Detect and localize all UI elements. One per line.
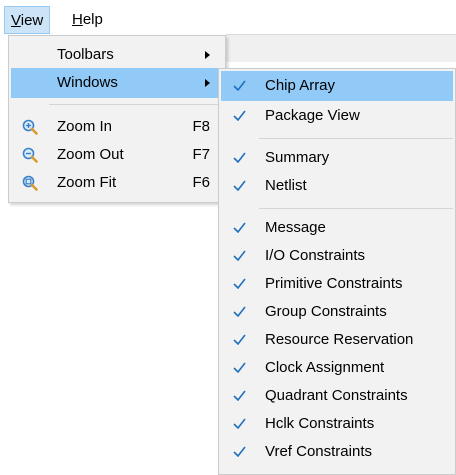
window-item-chip-array[interactable]: Chip Array <box>221 71 453 101</box>
checkmark-icon <box>233 152 246 163</box>
checkmark-icon <box>233 250 246 261</box>
checkmark-icon <box>233 278 246 289</box>
chevron-right-icon <box>205 51 210 59</box>
toolbar-area <box>226 34 456 62</box>
menu-item-windows-label: Windows <box>57 74 118 91</box>
menu-bar: View Help <box>0 0 456 36</box>
checkmark-icon <box>233 362 246 373</box>
menu-item-zoom-in-shortcut: F8 <box>192 118 210 135</box>
magnifier-plus-icon <box>22 119 38 135</box>
view-menu: Toolbars Windows Zoom In F8 Zoom Out F7 <box>8 35 226 203</box>
window-item-primitive-constraints[interactable]: Primitive Constraints <box>221 269 453 299</box>
window-item-group-constraints[interactable]: Group Constraints <box>221 297 453 327</box>
menu-separator <box>259 208 453 209</box>
window-item-io-constraints[interactable]: I/O Constraints <box>221 241 453 271</box>
menu-item-zoom-fit[interactable]: Zoom Fit F6 <box>11 168 223 198</box>
window-item-label: Message <box>265 219 326 236</box>
chevron-right-icon <box>205 79 210 87</box>
menu-item-zoom-fit-label: Zoom Fit <box>57 174 117 191</box>
menu-item-zoom-out-label: Zoom Out <box>57 146 124 163</box>
menu-item-zoom-fit-shortcut: F6 <box>192 174 210 191</box>
menu-view[interactable]: View <box>4 6 51 34</box>
window-item-package-view[interactable]: Package View <box>221 101 453 131</box>
window-item-label: Resource Reservation <box>265 331 414 348</box>
menu-item-zoom-out-shortcut: F7 <box>192 146 210 163</box>
menu-help[interactable]: Help <box>66 6 109 34</box>
window-item-vref-constraints[interactable]: Vref Constraints <box>221 437 453 467</box>
menu-help-post: elp <box>82 11 103 28</box>
window-item-label: Vref Constraints <box>265 443 372 460</box>
menu-help-mnemonic: H <box>72 11 83 28</box>
checkmark-icon <box>233 110 246 121</box>
window-item-label: Chip Array <box>265 77 336 94</box>
magnifier-fit-icon <box>22 175 38 191</box>
checkmark-icon <box>233 306 246 317</box>
window-item-label: Summary <box>265 149 330 166</box>
window-item-resource-reservation[interactable]: Resource Reservation <box>221 325 453 355</box>
window-item-hclk-constraints[interactable]: Hclk Constraints <box>221 409 453 439</box>
window-item-label: Quadrant Constraints <box>265 387 408 404</box>
window-item-clock-assignment[interactable]: Clock Assignment <box>221 353 453 383</box>
checkmark-icon <box>233 334 246 345</box>
checkmark-icon <box>233 390 246 401</box>
window-item-netlist[interactable]: Netlist <box>221 171 453 201</box>
window-item-quadrant-constraints[interactable]: Quadrant Constraints <box>221 381 453 411</box>
menu-item-toolbars-label: Toolbars <box>57 46 114 63</box>
menu-item-zoom-in-label: Zoom In <box>57 118 113 135</box>
checkmark-icon <box>233 418 246 429</box>
menu-separator <box>49 104 223 105</box>
menu-item-zoom-in[interactable]: Zoom In F8 <box>11 112 223 142</box>
window-item-label: Group Constraints <box>265 303 387 320</box>
menu-item-zoom-out[interactable]: Zoom Out F7 <box>11 140 223 170</box>
window-item-label: Primitive Constraints <box>265 275 403 292</box>
checkmark-icon <box>233 80 246 91</box>
menu-item-windows[interactable]: Windows <box>11 68 223 98</box>
checkmark-icon <box>233 222 246 233</box>
window-item-label: Netlist <box>265 177 307 194</box>
window-item-summary[interactable]: Summary <box>221 143 453 173</box>
menu-view-post: iew <box>20 12 44 29</box>
window-item-label: Package View <box>265 107 360 124</box>
window-item-label: Clock Assignment <box>265 359 385 376</box>
menu-view-mnemonic: V <box>11 12 21 29</box>
window-item-label: Hclk Constraints <box>265 415 375 432</box>
windows-submenu: Chip Array Package View Summary Netlist … <box>218 68 456 475</box>
window-item-label: I/O Constraints <box>265 247 366 264</box>
menu-item-toolbars[interactable]: Toolbars <box>11 40 223 70</box>
menu-separator <box>259 138 453 139</box>
window-item-message[interactable]: Message <box>221 213 453 243</box>
checkmark-icon <box>233 180 246 191</box>
magnifier-minus-icon <box>22 147 38 163</box>
checkmark-icon <box>233 446 246 457</box>
